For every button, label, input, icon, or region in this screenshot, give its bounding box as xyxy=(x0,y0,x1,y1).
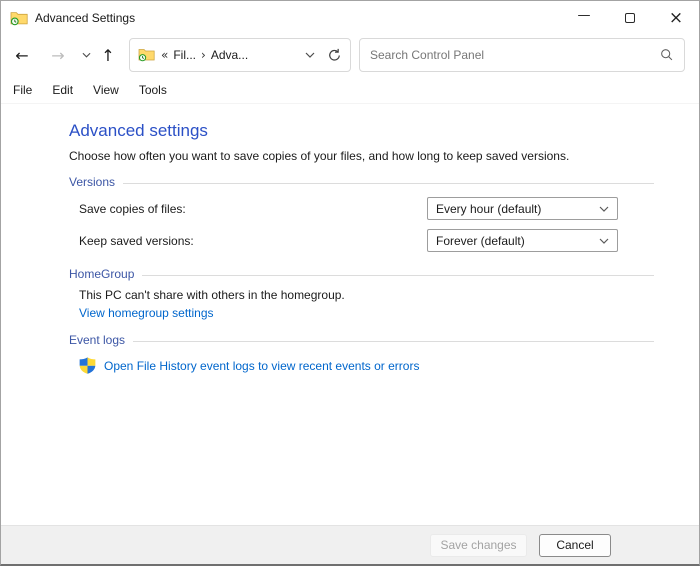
homegroup-status-text: This PC can't share with others in the h… xyxy=(69,288,654,302)
up-button[interactable]: ↑ xyxy=(93,40,123,70)
section-versions-header: Versions xyxy=(69,175,654,189)
maximize-icon xyxy=(625,13,635,23)
keep-versions-value: Forever (default) xyxy=(436,234,525,248)
file-history-app-icon xyxy=(10,10,28,26)
save-copies-row: Save copies of files: Every hour (defaul… xyxy=(69,197,654,221)
recent-locations-button[interactable] xyxy=(79,40,93,70)
section-versions-title: Versions xyxy=(69,175,115,189)
chevron-right-icon: › xyxy=(201,48,206,62)
navigation-bar: ← → ↑ « Fil... › Adva... xyxy=(1,34,699,76)
file-history-location-icon xyxy=(138,47,155,63)
section-homegroup-header: HomeGroup xyxy=(69,267,654,281)
titlebar[interactable]: Advanced Settings — × xyxy=(1,1,699,34)
view-homegroup-settings-link[interactable]: View homegroup settings xyxy=(69,306,214,320)
section-eventlogs-title: Event logs xyxy=(69,333,125,347)
save-copies-label: Save copies of files: xyxy=(79,202,186,216)
open-event-logs-link-text: Open File History event logs to view rec… xyxy=(104,359,419,373)
keep-versions-select[interactable]: Forever (default) xyxy=(427,229,618,252)
section-eventlogs-header: Event logs xyxy=(69,333,654,347)
chevron-down-icon xyxy=(305,52,315,58)
refresh-button[interactable] xyxy=(322,41,346,69)
main-content: Advanced settings Choose how often you w… xyxy=(1,104,699,525)
chevron-down-icon xyxy=(82,52,91,58)
chevron-down-icon xyxy=(599,206,609,212)
window-controls: — × xyxy=(561,1,699,34)
breadcrumb-current[interactable]: Adva... xyxy=(211,48,248,62)
page-description: Choose how often you want to save copies… xyxy=(69,149,654,163)
search-icon xyxy=(660,48,674,62)
chevron-down-icon xyxy=(599,238,609,244)
forward-button[interactable]: → xyxy=(43,40,73,70)
menu-tools[interactable]: Tools xyxy=(133,80,173,100)
save-copies-value: Every hour (default) xyxy=(436,202,541,216)
section-divider xyxy=(133,341,654,342)
breadcrumb-parent[interactable]: Fil... xyxy=(173,48,196,62)
advanced-settings-window: Advanced Settings — × ← → ↑ xyxy=(0,0,700,566)
menu-edit[interactable]: Edit xyxy=(46,80,79,100)
section-homegroup-title: HomeGroup xyxy=(69,267,134,281)
chevrons-left-icon[interactable]: « xyxy=(161,48,168,62)
back-button[interactable]: ← xyxy=(7,40,37,70)
uac-shield-icon xyxy=(79,357,96,374)
search-box xyxy=(359,38,685,72)
menu-file[interactable]: File xyxy=(7,80,38,100)
minimize-button[interactable]: — xyxy=(561,1,607,34)
page-title: Advanced settings xyxy=(69,121,654,141)
window-title: Advanced Settings xyxy=(35,11,135,25)
keep-versions-label: Keep saved versions: xyxy=(79,234,194,248)
refresh-icon xyxy=(327,48,342,63)
open-event-logs-link[interactable]: Open File History event logs to view rec… xyxy=(69,357,419,374)
address-dropdown-button[interactable] xyxy=(298,41,322,69)
save-changes-button[interactable]: Save changes xyxy=(430,534,527,557)
section-divider xyxy=(142,275,654,276)
cancel-button[interactable]: Cancel xyxy=(539,534,611,557)
maximize-button[interactable] xyxy=(607,1,653,34)
menu-view[interactable]: View xyxy=(87,80,125,100)
address-bar[interactable]: « Fil... › Adva... xyxy=(129,38,351,72)
close-icon: × xyxy=(669,8,683,28)
keep-versions-row: Keep saved versions: Forever (default) xyxy=(69,229,654,253)
menu-bar: File Edit View Tools xyxy=(1,76,699,104)
save-copies-select[interactable]: Every hour (default) xyxy=(427,197,618,220)
minimize-icon: — xyxy=(578,8,591,23)
close-button[interactable]: × xyxy=(653,1,699,34)
section-divider xyxy=(123,183,654,184)
footer-bar: Save changes Cancel xyxy=(1,525,699,564)
search-input[interactable] xyxy=(370,48,660,62)
